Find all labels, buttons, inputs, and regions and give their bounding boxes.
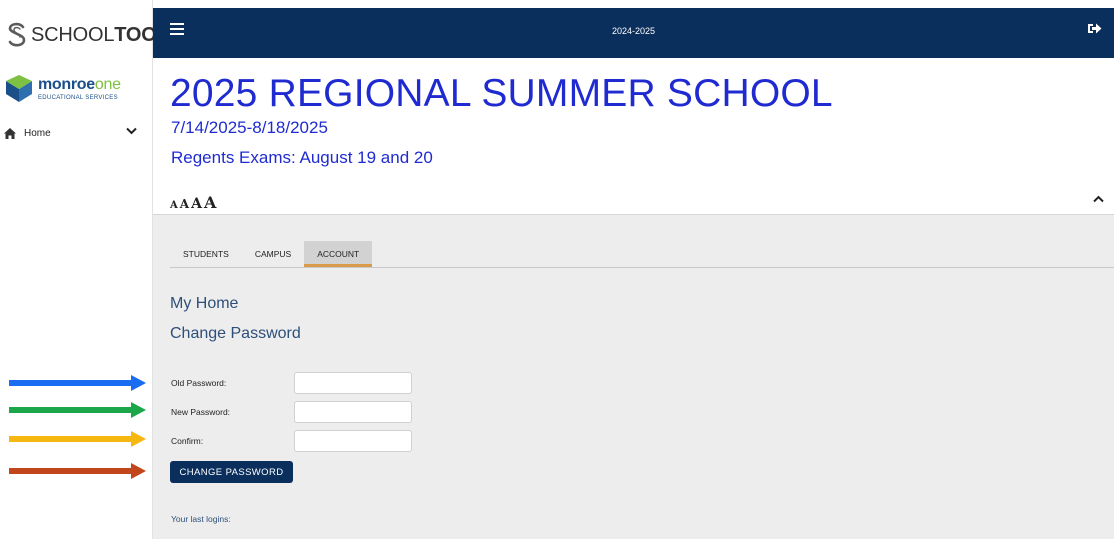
- my-home-heading: My Home: [170, 295, 239, 312]
- blue-arrow: [9, 375, 146, 391]
- top-bar: 2024-2025: [153, 8, 1114, 58]
- confirm-password-label: Confirm:: [171, 436, 204, 446]
- school-header: 2025 REGIONAL SUMMER SCHOOL 7/14/2025-8/…: [153, 58, 1114, 214]
- school-name: 2025 REGIONAL SUMMER SCHOOL: [170, 72, 833, 115]
- sign-out-icon[interactable]: [1088, 22, 1102, 35]
- last-logins-label: Your last logins:: [171, 514, 231, 524]
- sidebar-item-home[interactable]: Home: [0, 122, 153, 144]
- green-arrow: [9, 402, 146, 418]
- session-dates: 7/14/2025-8/18/2025: [171, 118, 328, 137]
- school-year: 2024-2025: [611, 26, 656, 36]
- font-size-large[interactable]: A: [191, 196, 202, 212]
- main-content: STUDENTS CAMPUS ACCOUNT My Home Change P…: [153, 214, 1114, 539]
- schooltool-logo[interactable]: SCHOOLTOOL: [6, 18, 169, 52]
- font-size-xlarge[interactable]: A: [204, 193, 216, 212]
- change-password-button[interactable]: CHANGE PASSWORD: [170, 461, 293, 483]
- chevron-down-icon[interactable]: [126, 127, 137, 135]
- old-password-field[interactable]: [294, 372, 412, 394]
- font-size-medium[interactable]: A: [180, 197, 189, 211]
- org-brand-accent: one: [94, 76, 121, 93]
- tab-students[interactable]: STUDENTS: [170, 241, 242, 267]
- font-size-small[interactable]: A: [170, 200, 178, 211]
- tab-bar: STUDENTS CAMPUS ACCOUNT: [170, 241, 1114, 268]
- org-brand: monroe: [38, 76, 95, 93]
- yellow-arrow: [9, 431, 146, 447]
- change-password-heading: Change Password: [170, 325, 301, 342]
- orange-arrow: [9, 463, 146, 479]
- sidebar: SCHOOLTOOL monroeone EDUCATIONAL SERVICE…: [0, 0, 169, 539]
- confirm-password-field[interactable]: [294, 430, 412, 452]
- sidebar-item-label: Home: [24, 127, 51, 139]
- home-icon: [4, 127, 16, 139]
- org-subtitle: EDUCATIONAL SERVICES: [38, 95, 118, 101]
- new-password-label: New Password:: [171, 407, 231, 417]
- tab-account[interactable]: ACCOUNT: [304, 241, 373, 267]
- new-password-field[interactable]: [294, 401, 412, 423]
- schooltool-s-icon: [8, 22, 26, 47]
- regents-exams-info: Regents Exams: August 19 and 20: [171, 148, 433, 167]
- schooltool-wordmark: SCHOOLTOOL: [31, 23, 169, 46]
- tab-campus[interactable]: CAMPUS: [242, 241, 304, 267]
- old-password-label: Old Password:: [171, 378, 227, 388]
- monroe-one-m-icon: [6, 75, 32, 102]
- monroe-one-logo: monroeone EDUCATIONAL SERVICES: [4, 72, 144, 106]
- font-size-selector: A A A A: [170, 193, 216, 212]
- chevron-up-icon[interactable]: [1093, 195, 1104, 203]
